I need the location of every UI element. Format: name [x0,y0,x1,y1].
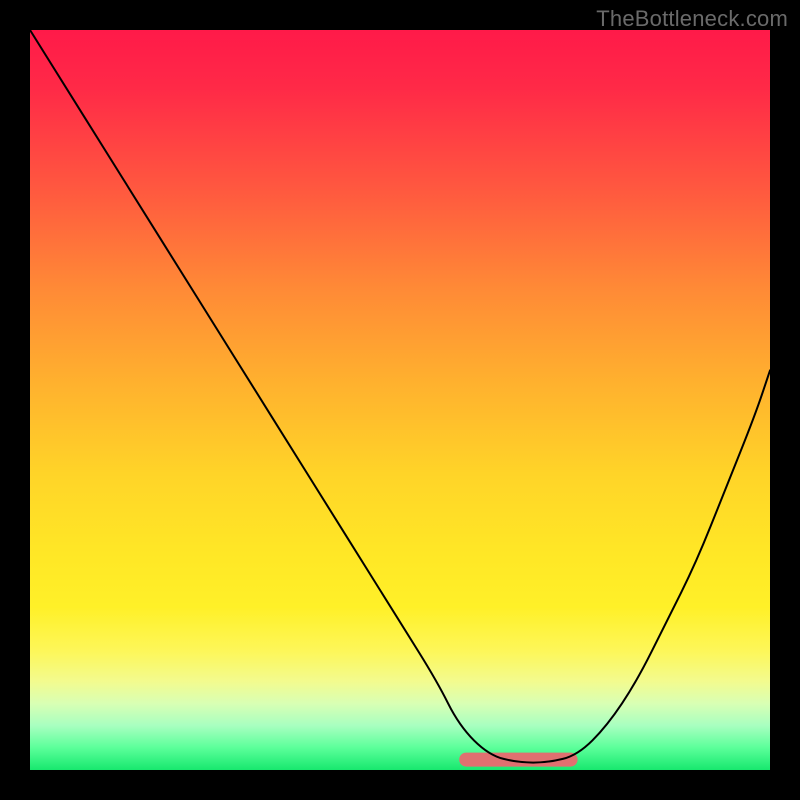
chart-frame [30,30,770,770]
chart-svg [30,30,770,770]
chart-plot-area [30,30,770,770]
bottleneck-curve-line [30,30,770,763]
watermark-text: TheBottleneck.com [596,6,788,32]
